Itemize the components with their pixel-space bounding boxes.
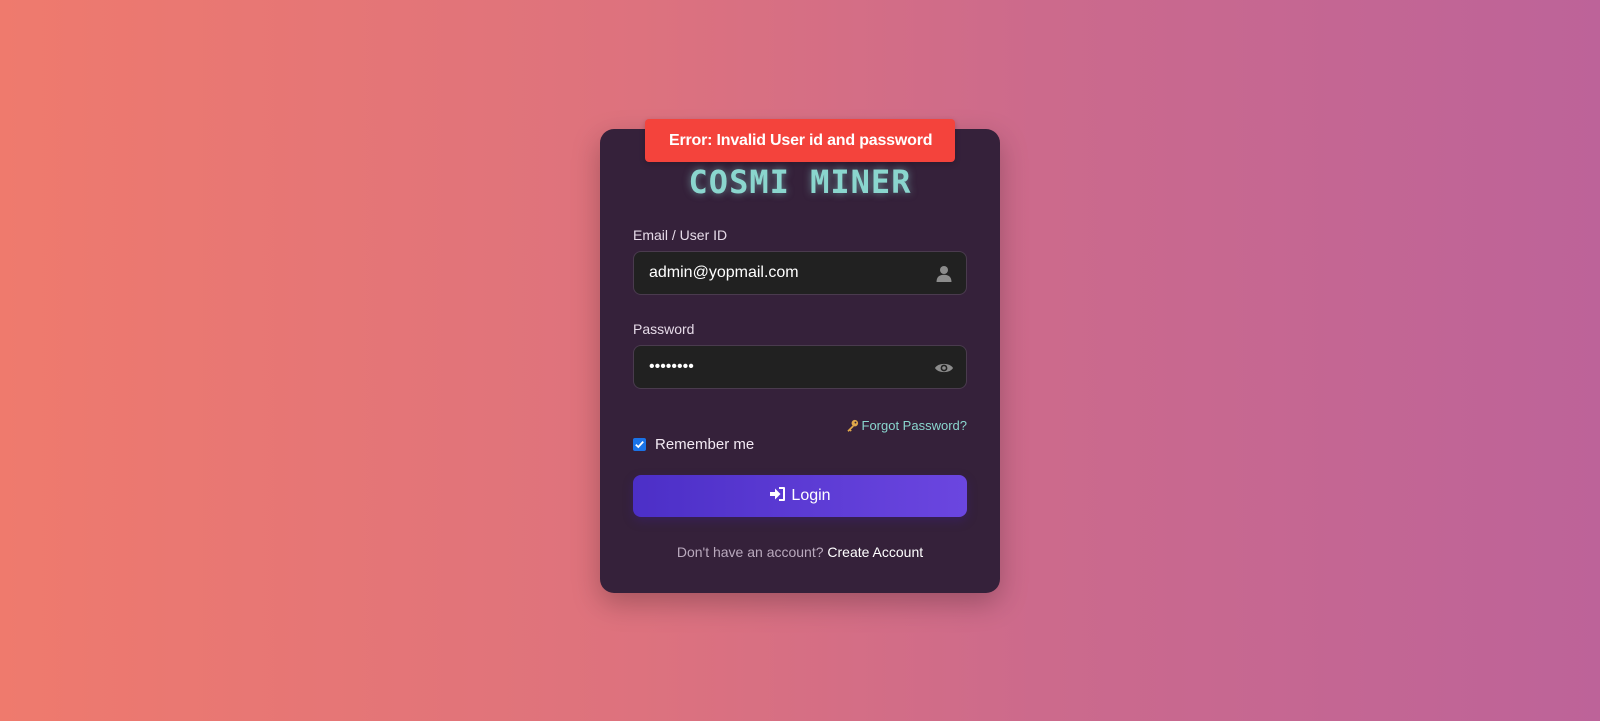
password-label: Password — [633, 321, 695, 337]
key-icon — [846, 419, 859, 435]
email-field-wrapper — [633, 251, 967, 295]
signup-prompt: Don't have an account? — [676, 544, 824, 560]
password-input[interactable] — [649, 346, 919, 388]
error-toast: Error: Invalid User id and password — [645, 119, 955, 162]
remember-me-checkbox[interactable] — [633, 438, 646, 451]
sign-in-icon — [769, 486, 791, 507]
password-field-wrapper — [633, 345, 967, 389]
remember-me: Remember me — [633, 436, 754, 453]
forgot-password-label: Forgot Password? — [861, 418, 968, 433]
login-card: COSMI MINER Email / User ID Password — [600, 129, 1000, 593]
email-input[interactable] — [649, 252, 919, 294]
user-icon — [934, 264, 954, 284]
eye-icon[interactable] — [934, 358, 954, 378]
error-message: Error: Invalid User id and password — [669, 132, 933, 149]
signup-row: Don't have an account? Create Account — [600, 544, 1000, 560]
brand-title: COSMI MINER — [688, 163, 912, 201]
create-account-link[interactable]: Create Account — [827, 544, 923, 560]
login-button-label: Login — [791, 487, 831, 504]
forgot-password-link[interactable]: Forgot Password? — [846, 418, 968, 435]
remember-me-label: Remember me — [655, 436, 755, 453]
email-label: Email / User ID — [633, 227, 728, 243]
login-button[interactable]: Login — [633, 475, 967, 517]
